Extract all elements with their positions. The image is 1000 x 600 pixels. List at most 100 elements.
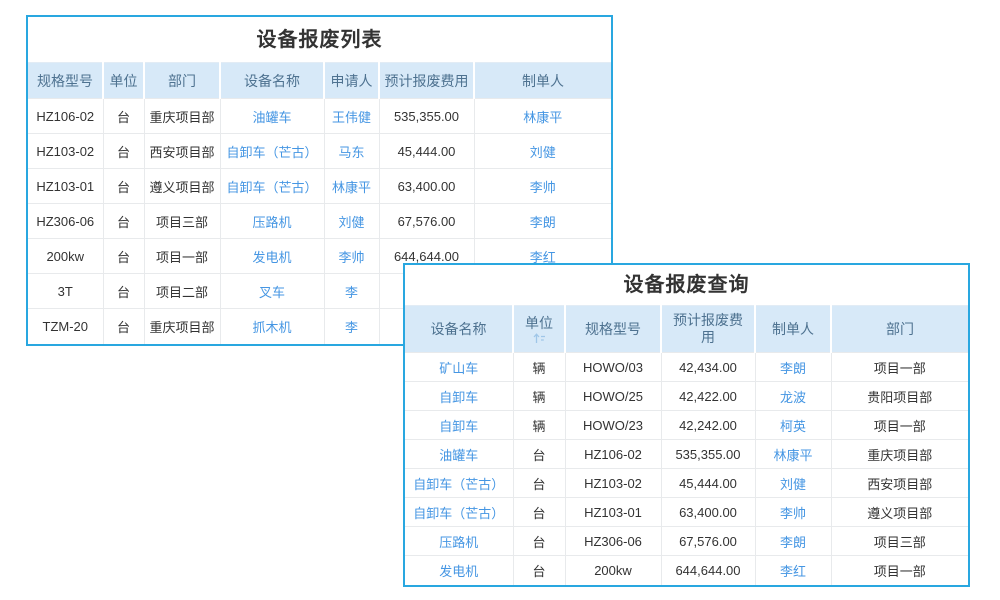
table-row: 自卸车（芒古）台HZ103-0163,400.00李帅遵义项目部 [405, 498, 968, 527]
cell-link[interactable]: 自卸车（芒古） [220, 134, 324, 169]
header-row: 设备名称 单位规格型号预计报废费用 制单人部门 [405, 306, 968, 353]
table-row: HZ306-06台项目三部压路机刘健67,576.00李朗 [28, 204, 611, 239]
table-row: HZ103-01台遵义项目部自卸车（芒古）林康平63,400.00李帅 [28, 169, 611, 204]
cell-link[interactable]: 龙波 [755, 382, 831, 411]
table-cell: 535,355.00 [661, 440, 755, 469]
column-header: 设备名称 [220, 63, 324, 99]
table-cell: 200kw [28, 239, 103, 274]
column-header: 单位 [103, 63, 144, 99]
cell-link[interactable]: 刘健 [755, 469, 831, 498]
cell-link[interactable]: 刘健 [474, 134, 611, 169]
table-cell: 项目三部 [831, 527, 968, 556]
table-cell: 项目一部 [831, 353, 968, 382]
table-cell: 台 [513, 556, 565, 585]
cell-link[interactable]: 自卸车 [405, 382, 513, 411]
table-cell: 项目一部 [144, 239, 220, 274]
table-cell: 项目三部 [144, 204, 220, 239]
table-cell: 45,444.00 [661, 469, 755, 498]
column-header: 部门 [831, 306, 968, 353]
column-header: 部门 [144, 63, 220, 99]
column-header-label: 设备名称 [431, 321, 487, 338]
cell-link[interactable]: 王伟健 [324, 99, 379, 134]
column-header: 申请人 [324, 63, 379, 99]
cell-link[interactable]: 压路机 [405, 527, 513, 556]
table-cell: 辆 [513, 353, 565, 382]
column-header: 制单人 [474, 63, 611, 99]
table-cell: 重庆项目部 [831, 440, 968, 469]
table-cell: HZ106-02 [28, 99, 103, 134]
table-cell: HZ306-06 [28, 204, 103, 239]
cell-link[interactable]: 发电机 [405, 556, 513, 585]
cell-link[interactable]: 李朗 [755, 527, 831, 556]
cell-link[interactable]: 油罐车 [405, 440, 513, 469]
cell-link[interactable]: 李朗 [755, 353, 831, 382]
cell-link[interactable]: 自卸车（芒古） [405, 469, 513, 498]
table-title: 设备报废列表 [28, 17, 611, 62]
table-cell: HOWO/25 [565, 382, 661, 411]
table-row: 自卸车辆HOWO/2342,242.00柯英项目一部 [405, 411, 968, 440]
column-header: 规格型号 [565, 306, 661, 353]
table-cell: 台 [513, 527, 565, 556]
column-header-label: 单位 [110, 71, 138, 91]
cell-link[interactable]: 自卸车（芒古） [405, 498, 513, 527]
column-header: 预计报废费用 [661, 306, 755, 353]
table-cell: 67,576.00 [379, 204, 474, 239]
cell-link[interactable]: 李帅 [755, 498, 831, 527]
column-header-label: 制单人 [772, 321, 814, 338]
cell-link[interactable]: 李红 [755, 556, 831, 585]
table-cell: 辆 [513, 411, 565, 440]
table-cell: 遵义项目部 [144, 169, 220, 204]
table-cell: 台 [103, 99, 144, 134]
cell-link[interactable]: 李 [324, 309, 379, 344]
column-header-label: 预计报废费用 [672, 312, 744, 346]
table-cell: 台 [513, 469, 565, 498]
cell-link[interactable]: 李 [324, 274, 379, 309]
table-cell: HZ106-02 [565, 440, 661, 469]
table-row: 发电机台200kw644,644.00李红项目一部 [405, 556, 968, 585]
column-header: 设备名称 [405, 306, 513, 353]
table-cell: 重庆项目部 [144, 309, 220, 344]
table-row: 矿山车辆HOWO/0342,434.00李朗项目一部 [405, 353, 968, 382]
cell-link[interactable]: 林康平 [474, 99, 611, 134]
cell-link[interactable]: 自卸车 [405, 411, 513, 440]
table-cell: HOWO/03 [565, 353, 661, 382]
table-cell: 42,422.00 [661, 382, 755, 411]
table-cell: HZ103-02 [28, 134, 103, 169]
cell-link[interactable]: 矿山车 [405, 353, 513, 382]
table-cell: 63,400.00 [379, 169, 474, 204]
cell-link[interactable]: 林康平 [755, 440, 831, 469]
table-cell: 台 [103, 309, 144, 344]
cell-link[interactable]: 林康平 [324, 169, 379, 204]
cell-link[interactable]: 柯英 [755, 411, 831, 440]
cell-link[interactable]: 自卸车（芒古） [220, 169, 324, 204]
table-cell: 63,400.00 [661, 498, 755, 527]
table-cell: 45,444.00 [379, 134, 474, 169]
table-cell: 3T [28, 274, 103, 309]
table-cell: 遵义项目部 [831, 498, 968, 527]
column-header-label: 部门 [168, 71, 196, 91]
table-cell: 西安项目部 [144, 134, 220, 169]
header-row: 规格型号单位部门设备名称申请人预计报废费用制单人 [28, 63, 611, 99]
column-header-label: 预计报废费用 [385, 71, 469, 91]
table-cell: 42,242.00 [661, 411, 755, 440]
cell-link[interactable]: 李帅 [474, 169, 611, 204]
cell-link[interactable]: 马东 [324, 134, 379, 169]
cell-link[interactable]: 李朗 [474, 204, 611, 239]
column-header-label: 单位 [525, 315, 553, 332]
cell-link[interactable]: 李帅 [324, 239, 379, 274]
cell-link[interactable]: 压路机 [220, 204, 324, 239]
sort-icon[interactable] [524, 333, 554, 344]
table-cell: 200kw [565, 556, 661, 585]
column-header-label: 设备名称 [244, 71, 300, 91]
column-header-label: 制单人 [522, 71, 564, 91]
table-cell: 台 [103, 274, 144, 309]
equipment-scrap-query-table: 设备报废查询 设备名称 单位规格型号预计报废费用 制单人部门 矿山车辆HOWO/03… [403, 263, 970, 587]
cell-link[interactable]: 刘健 [324, 204, 379, 239]
cell-link[interactable]: 抓木机 [220, 309, 324, 344]
cell-link[interactable]: 发电机 [220, 239, 324, 274]
table-cell: TZM-20 [28, 309, 103, 344]
cell-link[interactable]: 油罐车 [220, 99, 324, 134]
cell-link[interactable]: 叉车 [220, 274, 324, 309]
table-cell: 项目一部 [831, 556, 968, 585]
table-title: 设备报废查询 [405, 265, 968, 305]
